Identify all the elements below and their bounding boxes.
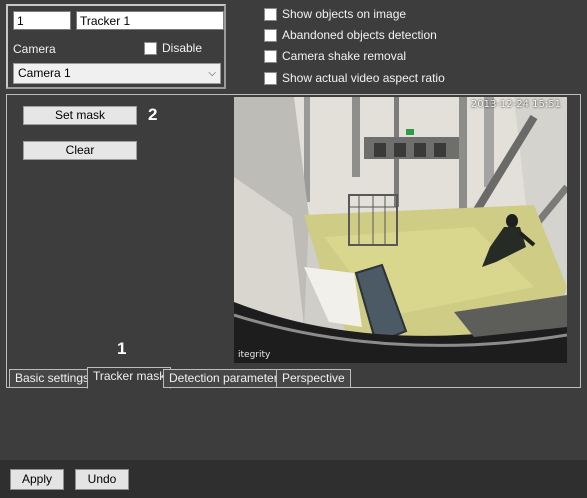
clear-button[interactable]: Clear	[23, 141, 137, 160]
tracker-mask-panel: Set mask 2 Clear 2013-12-24 15:51 itegri…	[6, 94, 581, 389]
callout-number-2: 2	[148, 105, 158, 124]
tab-detection-parameters[interactable]: Detection parameters	[163, 369, 290, 388]
camera-shake-label: Camera shake removal	[282, 49, 407, 63]
camera-shake-checkbox[interactable]	[264, 50, 277, 63]
tab-tracker-mask[interactable]: Tracker mask	[87, 367, 172, 389]
video-watermark: itegrity	[238, 350, 271, 360]
video-scene-image	[234, 97, 567, 363]
undo-button[interactable]: Undo	[75, 469, 129, 490]
show-objects-checkbox[interactable]	[264, 8, 277, 21]
footer-bar: Apply Undo	[0, 460, 587, 498]
disable-label: Disable	[162, 41, 203, 55]
camera-label: Camera	[13, 42, 56, 56]
show-objects-label: Show objects on image	[282, 7, 407, 21]
abandoned-objects-label: Abandoned objects detection	[282, 28, 437, 42]
chevron-down-icon: ⌵	[208, 68, 216, 79]
set-mask-button[interactable]: Set mask	[23, 106, 137, 125]
object-id-field[interactable]: 1	[13, 11, 71, 30]
aspect-ratio-checkbox[interactable]	[264, 72, 277, 85]
abandoned-objects-checkbox[interactable]	[264, 29, 277, 42]
camera-select[interactable]: Camera 1 ⌵	[13, 63, 221, 84]
apply-button[interactable]: Apply	[10, 469, 64, 490]
camera-select-value: Camera 1	[18, 66, 71, 80]
disable-checkbox[interactable]	[144, 42, 157, 55]
tab-basic-settings[interactable]: Basic settings	[9, 369, 96, 388]
video-timestamp: 2013-12-24 15:51	[470, 99, 561, 110]
callout-number-1: 1	[117, 339, 127, 358]
object-settings-group: 1 Tracker 1 Camera Disable Camera 1 ⌵	[6, 4, 226, 89]
aspect-ratio-label: Show actual video aspect ratio	[282, 71, 445, 85]
tab-perspective[interactable]: Perspective	[276, 369, 351, 388]
object-name-field[interactable]: Tracker 1	[76, 11, 224, 30]
camera-video-preview[interactable]: 2013-12-24 15:51 itegrity	[234, 97, 567, 363]
